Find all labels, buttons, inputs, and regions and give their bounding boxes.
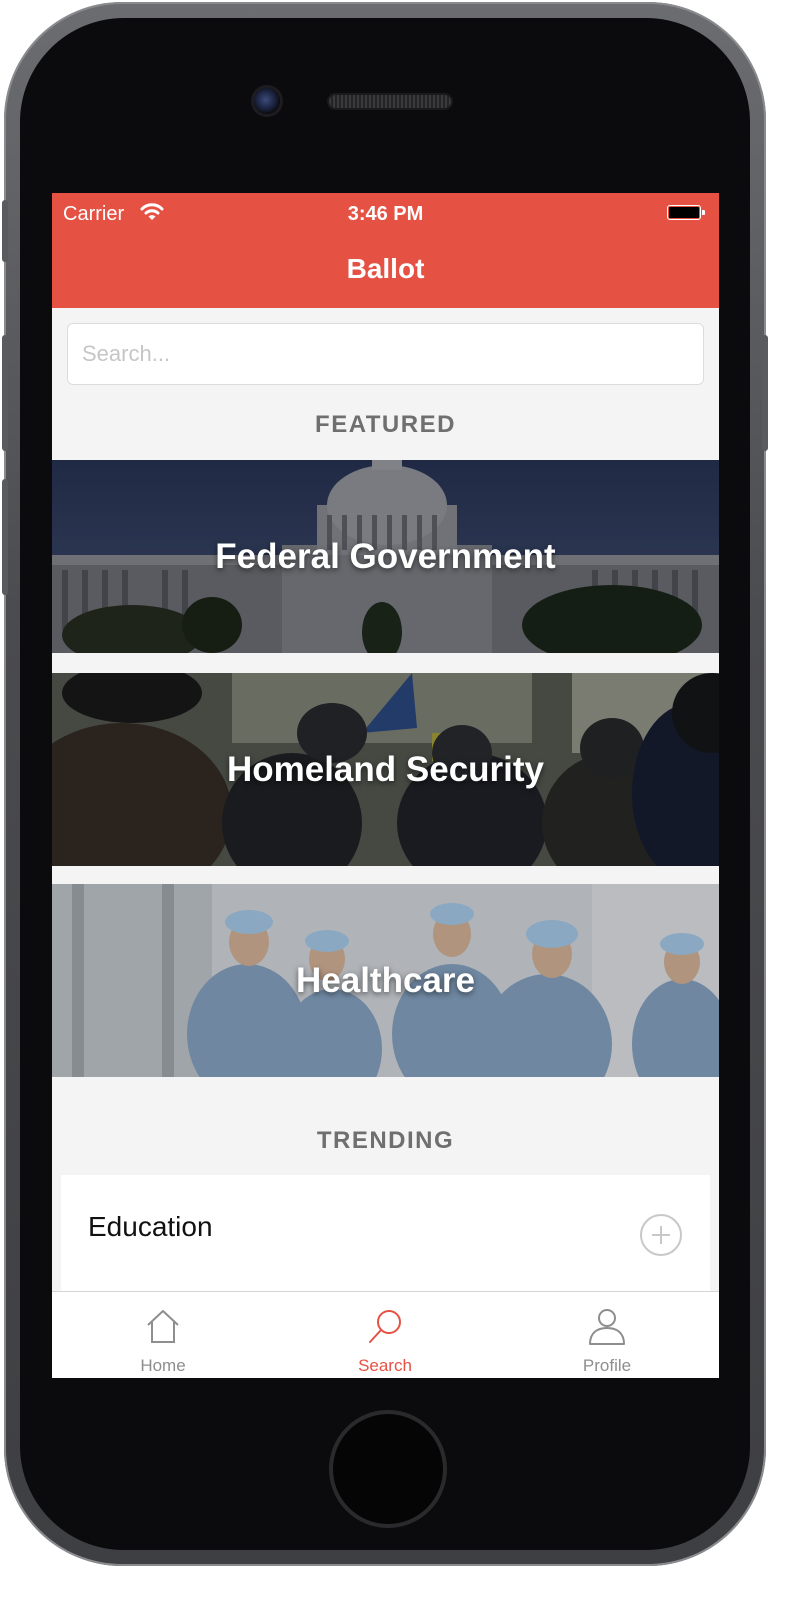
page-title: Ballot: [346, 253, 425, 284]
featured-heading: FEATURED: [315, 411, 456, 438]
trending-item-label: Education: [88, 1211, 213, 1242]
battery-icon: [667, 205, 705, 220]
mute-switch: [2, 200, 8, 262]
app-screen: Carrier 3:46 PM Ballot FEATURED: [52, 193, 719, 1378]
search-input[interactable]: [67, 323, 704, 385]
featured-card-label: Healthcare: [296, 960, 475, 1000]
featured-card-homeland-security[interactable]: Homeland Security: [52, 673, 719, 866]
power-button: [762, 335, 768, 451]
search-icon: [369, 1310, 401, 1343]
featured-card-healthcare[interactable]: Healthcare: [52, 884, 719, 1077]
home-button[interactable]: [329, 1410, 447, 1528]
volume-down-button: [2, 479, 8, 595]
featured-card-label: Homeland Security: [226, 749, 545, 789]
trending-item-education[interactable]: Education: [61, 1175, 710, 1293]
featured-card-label: Federal Government: [215, 536, 556, 576]
navigation-bar: Carrier 3:46 PM Ballot: [52, 193, 719, 308]
tab-profile[interactable]: Profile: [496, 1292, 718, 1378]
status-time: 3:46 PM: [347, 203, 424, 225]
earpiece-speaker: [329, 95, 451, 108]
tab-bar: Home Search Profile: [52, 1291, 719, 1378]
tab-search[interactable]: Search: [274, 1292, 496, 1378]
tab-home[interactable]: Home: [52, 1292, 274, 1378]
front-camera-icon: [254, 88, 280, 114]
home-icon: [147, 1310, 179, 1343]
volume-up-button: [2, 335, 8, 451]
featured-card-federal-government[interactable]: Federal Government: [52, 460, 719, 653]
trending-heading: TRENDING: [316, 1127, 455, 1154]
profile-icon: [589, 1309, 625, 1345]
tab-label: Home: [140, 1356, 186, 1375]
tab-label: Profile: [582, 1356, 632, 1375]
tab-label: Search: [358, 1356, 412, 1375]
add-icon[interactable]: [640, 1214, 682, 1256]
